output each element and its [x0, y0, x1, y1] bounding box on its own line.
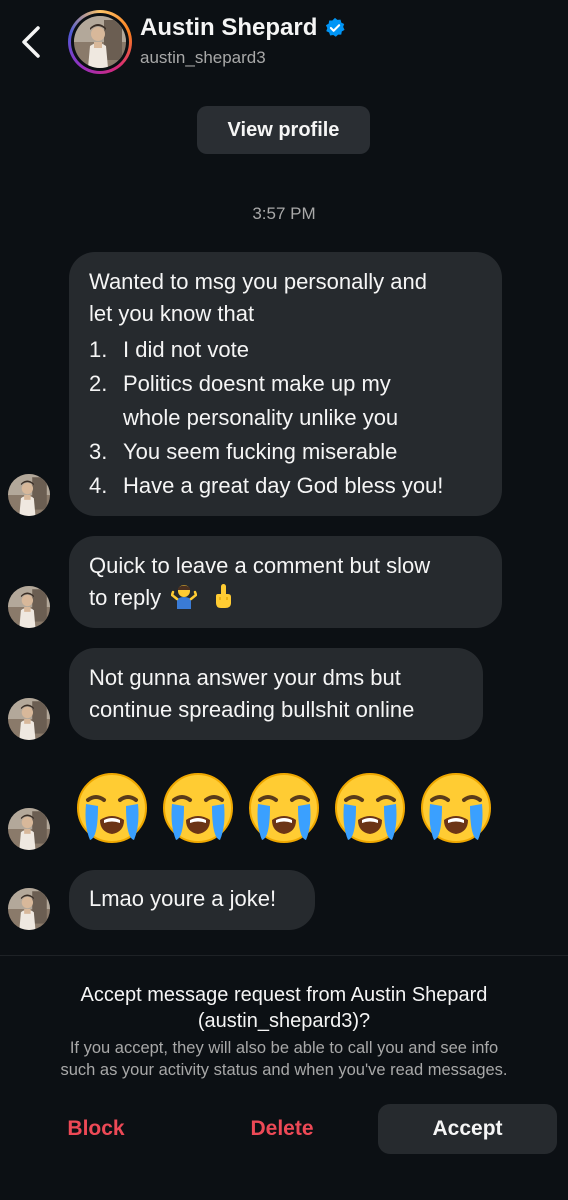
view-profile-button[interactable]: View profile [197, 106, 370, 154]
list-text: Politics doesnt make up my [123, 371, 391, 396]
list-text: whole personality unlike you [123, 405, 399, 430]
loudly-crying-face-emoji [160, 770, 236, 846]
username: austin_shepard3 [140, 48, 266, 67]
accept-button[interactable]: Accept [378, 1104, 557, 1154]
profile-avatar[interactable] [68, 10, 132, 74]
emoji-message[interactable] [74, 770, 494, 846]
list-item: 1. I did not vote [89, 334, 482, 368]
list-number: 4. [89, 473, 108, 498]
sender-avatar[interactable] [8, 888, 50, 930]
list-number: 1. [89, 337, 108, 362]
message-text: Not gunna answer your dms but [89, 665, 401, 690]
person-shrugging-emoji [171, 585, 198, 609]
message-text: Wanted to msg you personally and [89, 269, 427, 294]
loudly-crying-face-emoji [418, 770, 494, 846]
list-number: 2. [89, 371, 108, 396]
verified-badge-icon [326, 17, 345, 37]
avatar-image [74, 16, 126, 68]
message-bubble[interactable]: Lmao youre a joke! [69, 870, 315, 930]
request-title-line: (austin_shepard3)? [197, 1010, 371, 1032]
list-text: Have a great day God bless you! [123, 473, 444, 498]
list-text: You seem fucking miserable [123, 439, 398, 464]
sender-avatar[interactable] [8, 808, 50, 850]
list-item: 4. Have a great day God bless you! [89, 470, 482, 504]
back-button[interactable] [18, 24, 48, 60]
list-item: whole personality unlike you [89, 402, 482, 436]
chevron-left-icon [22, 26, 40, 58]
chat-header: Austin Shepard austin_shepard3 [0, 0, 568, 86]
block-button[interactable]: Block [36, 1104, 156, 1154]
sender-avatar[interactable] [8, 698, 50, 740]
request-title: Accept message request from Austin Shepa… [30, 982, 538, 1034]
request-info-line: such as your activity status and when yo… [60, 1061, 508, 1079]
request-info-line: If you accept, they will also be able to… [69, 1039, 499, 1057]
list-item: 3. You seem fucking miserable [89, 436, 482, 470]
divider [0, 955, 568, 956]
message-text: Lmao youre a joke! [89, 886, 277, 911]
message-bubble[interactable]: Wanted to msg you personally and let you… [69, 252, 502, 516]
loudly-crying-face-emoji [332, 770, 408, 846]
list-item: 2. Politics doesnt make up my [89, 368, 482, 402]
list-text: I did not vote [123, 337, 249, 362]
delete-button[interactable]: Delete [222, 1104, 342, 1154]
display-name: Austin Shepard [140, 14, 318, 41]
loudly-crying-face-emoji [74, 770, 150, 846]
request-info: If you accept, they will also be able to… [10, 1037, 558, 1081]
request-title-line: Accept message request from Austin Shepa… [80, 984, 488, 1006]
message-text: Quick to leave a comment but slow [89, 553, 431, 578]
loudly-crying-face-emoji [246, 770, 322, 846]
list-number: 3. [89, 439, 108, 464]
message-text: let you know that [89, 301, 255, 326]
list-number [89, 402, 123, 436]
message-bubble[interactable]: Quick to leave a comment but slow to rep… [69, 536, 502, 628]
middle-finger-emoji [216, 584, 232, 608]
message-text: to reply [89, 585, 162, 610]
message-bubble[interactable]: Not gunna answer your dms but continue s… [69, 648, 483, 740]
message-text: continue spreading bullshit online [89, 697, 415, 722]
message-timestamp: 3:57 PM [252, 204, 316, 223]
display-name-row[interactable]: Austin Shepard [140, 14, 346, 42]
sender-avatar[interactable] [8, 474, 50, 516]
sender-avatar[interactable] [8, 586, 50, 628]
